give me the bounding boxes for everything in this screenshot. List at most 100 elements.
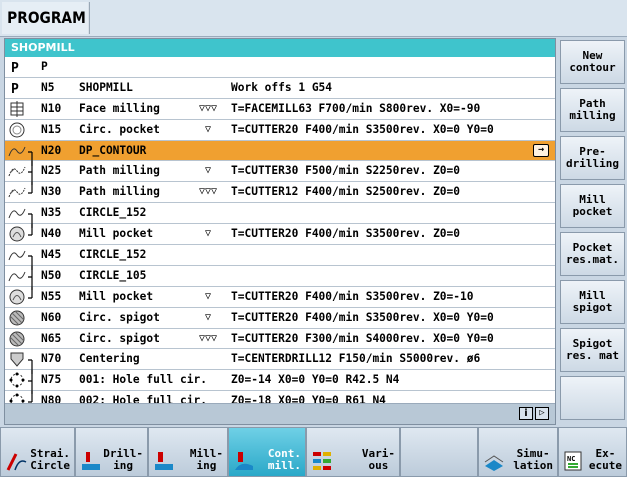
group-bracket xyxy=(27,161,35,186)
info-icon[interactable]: i xyxy=(519,407,533,420)
program-list: P P P N5 SHOPMILL Work offs 1 G54 N10 Face mill… xyxy=(5,57,555,434)
softkey-label: Mill pocket xyxy=(572,193,613,218)
softkey-label: Drill- ing xyxy=(103,447,143,472)
softkey-right-1[interactable]: New contour xyxy=(560,40,625,84)
block-number: N30 xyxy=(41,185,62,199)
table-row[interactable]: N75 001: Hole full cir. Z0=-14 X0=0 Y0=0 R… xyxy=(5,370,555,395)
step-parameters: T=CUTTER12 F400/min S2500rev. Z0=0 xyxy=(231,185,461,199)
step-parameters: T=CUTTER20 F400/min S3500rev. X0=0 Y0=0 xyxy=(231,122,494,136)
various-icon xyxy=(311,450,333,472)
hole-circle-icon xyxy=(7,370,27,390)
step-name: CIRCLE_105 xyxy=(79,268,147,282)
table-row[interactable]: N50 CIRCLE_105 xyxy=(5,265,555,290)
table-row[interactable]: PP xyxy=(5,57,555,78)
page-forward-icon[interactable]: ▷ xyxy=(535,407,549,420)
step-parameters: T=CENTERDRILL12 F150/min S5000rev. ø6 xyxy=(231,352,481,366)
svg-text:P: P xyxy=(11,82,19,97)
machining-type: ▽ xyxy=(204,228,212,240)
softkey-bottom-7[interactable]: Simu- lation xyxy=(478,427,558,477)
table-row[interactable]: N40 Mill pocket ▽ T=CUTTER20 F400/min S3500… xyxy=(5,224,555,246)
table-row[interactable]: N15 Circ. pocket ▽ T=CUTTER20 F400/min S350… xyxy=(5,120,555,141)
step-parameters: T=FACEMILL63 F700/min S800rev. X0=-90 xyxy=(231,101,481,115)
svg-text:P: P xyxy=(11,61,19,76)
softkey-label: Mill- ing xyxy=(189,447,223,472)
circ-spigot-icon xyxy=(7,308,27,328)
group-bracket xyxy=(27,145,35,166)
expand-arrow-icon[interactable]: → xyxy=(533,143,549,157)
block-number: N15 xyxy=(41,122,62,136)
contour-icon xyxy=(7,141,27,161)
block-number: N70 xyxy=(41,352,62,366)
group-bracket xyxy=(27,249,35,271)
step-name: 001: Hole full cir. xyxy=(79,373,207,387)
softkey-bottom-8[interactable]: NC Ex- ecute xyxy=(558,427,627,477)
softkey-right-3[interactable]: Pre- drilling xyxy=(560,136,625,180)
circ-spigot-icon xyxy=(7,329,27,349)
softkey-bottom-5[interactable]: Vari- ous xyxy=(306,427,400,477)
block-number: N5 xyxy=(41,80,55,94)
table-row[interactable]: N30 Path milling ▽▽▽ T=CUTTER12 F400/min S2… xyxy=(5,182,555,204)
machining-type: ▽▽▽ xyxy=(198,102,218,114)
straight-circle-icon xyxy=(5,450,27,472)
softkey-bottom-6[interactable] xyxy=(400,427,478,477)
step-name: CIRCLE_152 xyxy=(79,206,147,220)
table-row[interactable]: N25 Path milling ▽ T=CUTTER30 F500/min S225… xyxy=(5,161,555,186)
block-number: N20 xyxy=(41,143,62,157)
softkey-right-8[interactable] xyxy=(560,376,625,420)
block-number: N10 xyxy=(41,101,62,115)
contour-icon xyxy=(7,245,27,265)
table-row[interactable]: N70 Centering T=CENTERDRILL12 F150/min S50… xyxy=(5,349,555,375)
softkey-label: Vari- ous xyxy=(361,447,395,472)
block-number: N75 xyxy=(41,373,62,387)
softkey-right-6[interactable]: Mill spigot xyxy=(560,280,625,324)
step-name: DP_CONTOUR xyxy=(79,143,147,157)
step-parameters: T=CUTTER20 F400/min S3500rev. X0=0 Y0=0 xyxy=(231,310,494,324)
softkey-bottom-4[interactable]: Cont. mill. xyxy=(228,427,306,477)
table-row-selected[interactable]: N20 DP_CONTOUR → xyxy=(5,140,555,166)
step-parameters: T=CUTTER20 F400/min S3500rev. Z0=-10 xyxy=(231,289,474,303)
path-milling-icon xyxy=(7,161,27,181)
top-bar: PROGRAM xyxy=(0,0,627,37)
step-name: Centering xyxy=(79,352,140,366)
program-header-icon: P xyxy=(7,57,27,77)
step-name: Path milling xyxy=(79,164,160,178)
step-name: Face milling xyxy=(79,101,160,115)
step-name: Circ. pocket xyxy=(79,122,160,136)
softkey-right-5[interactable]: Pocket res.mat. xyxy=(560,232,625,276)
table-row[interactable]: N35 CIRCLE_152 xyxy=(5,203,555,229)
circ-pocket-icon xyxy=(7,120,27,140)
svg-text:NC: NC xyxy=(567,455,575,463)
softkey-right-4[interactable]: Mill pocket xyxy=(560,184,625,228)
nc-execute-icon: NC xyxy=(563,450,585,472)
step-parameters: Work offs 1 G54 xyxy=(231,80,333,94)
group-bracket xyxy=(27,207,35,229)
table-row[interactable]: N55 Mill pocket ▽ T=CUTTER20 F400/min S3500… xyxy=(5,286,555,308)
softkey-label: Simu- lation xyxy=(513,447,553,472)
simulation-icon xyxy=(483,450,505,472)
step-name: CIRCLE_152 xyxy=(79,248,147,262)
softkey-bottom-2[interactable]: Drill- ing xyxy=(75,427,148,477)
softkey-bottom-1[interactable]: Strai. Circle xyxy=(0,427,75,477)
group-bracket xyxy=(27,182,35,200)
table-row[interactable]: N60 Circ. spigot ▽ T=CUTTER20 F400/min S350… xyxy=(5,308,555,329)
block-number: N25 xyxy=(41,164,62,178)
softkey-bottom-3[interactable]: Mill- ing xyxy=(148,427,228,477)
table-row[interactable]: N65 Circ. spigot ▽▽▽ T=CUTTER20 F300/min S4… xyxy=(5,329,555,350)
softkey-label: Mill spigot xyxy=(572,289,613,314)
machining-type: ▽ xyxy=(204,290,212,302)
panel-footer: i ▷ xyxy=(5,403,555,424)
block-number: N50 xyxy=(41,268,62,282)
softkey-label: Pocket res.mat. xyxy=(566,241,619,266)
table-row[interactable]: N45 CIRCLE_152 xyxy=(5,245,555,271)
softkey-right-7[interactable]: Spigot res. mat xyxy=(560,328,625,372)
step-parameters: T=CUTTER20 F300/min S4000rev. X0=0 Y0=0 xyxy=(231,331,494,345)
softkey-label: New contour xyxy=(569,49,616,74)
softkey-right-2[interactable]: Path milling xyxy=(560,88,625,132)
group-bracket xyxy=(27,370,35,395)
step-name: Circ. spigot xyxy=(79,310,160,324)
mill-pocket-icon xyxy=(7,224,27,244)
table-row[interactable]: P N5 SHOPMILL Work offs 1 G54 xyxy=(5,78,555,99)
table-row[interactable]: N10 Face milling ▽▽▽ T=FACEMILL63 F700/min … xyxy=(5,99,555,120)
bottom-softkey-bar: Strai. Circle Drill- ing Mill- ing Cont. mi… xyxy=(0,427,627,477)
machining-type: ▽ xyxy=(204,165,212,177)
